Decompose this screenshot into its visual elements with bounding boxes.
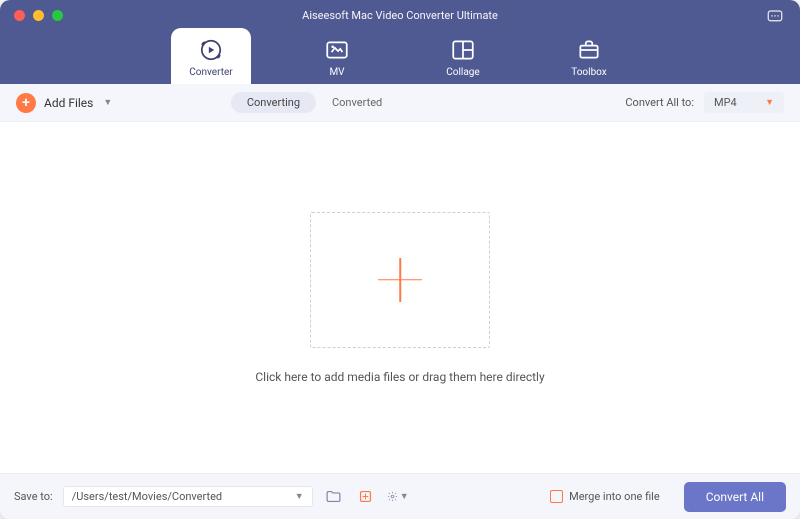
format-selected-value: MP4 [714, 96, 737, 109]
gpu-acceleration-button[interactable] [355, 487, 377, 507]
output-format-select[interactable]: MP4 ▼ [704, 92, 784, 113]
add-files-label: Add Files [44, 96, 93, 110]
tab-label: Collage [446, 67, 479, 78]
tab-label: Toolbox [571, 67, 607, 78]
chevron-down-icon: ▼ [400, 491, 409, 502]
tab-collage[interactable]: Collage [423, 28, 503, 84]
toolbar: + Add Files ▼ Converting Converted Conve… [0, 84, 800, 122]
tab-mv[interactable]: MV [297, 28, 377, 84]
convert-all-to-group: Convert All to: MP4 ▼ [625, 92, 784, 113]
plus-icon [378, 258, 422, 302]
app-window: Aiseesoft Mac Video Converter Ultimate C… [0, 0, 800, 519]
tab-label: MV [329, 67, 344, 78]
tab-label: Converter [189, 67, 232, 78]
merge-label: Merge into one file [569, 490, 660, 503]
converter-icon [198, 37, 224, 63]
settings-button[interactable]: ▼ [387, 487, 409, 507]
segment-converting[interactable]: Converting [231, 92, 316, 113]
toolbox-icon [576, 37, 602, 63]
collage-icon [450, 37, 476, 63]
dropzone-hint: Click here to add media files or drag th… [255, 370, 544, 384]
save-to-label: Save to: [14, 490, 53, 503]
open-folder-button[interactable] [323, 487, 345, 507]
footer-bar: Save to: /Users/test/Movies/Converted ▼ … [0, 473, 800, 519]
convert-all-to-label: Convert All to: [625, 96, 694, 109]
tab-converter[interactable]: Converter [171, 28, 251, 84]
chevron-down-icon: ▼ [765, 97, 774, 108]
main-area: Click here to add media files or drag th… [0, 122, 800, 473]
merge-checkbox[interactable]: Merge into one file [550, 490, 660, 503]
plus-icon: + [16, 93, 36, 113]
app-title: Aiseesoft Mac Video Converter Ultimate [0, 0, 800, 22]
add-media-dropzone[interactable] [310, 212, 490, 348]
main-tabs: Converter MV Collage Toolbox [0, 28, 800, 84]
save-path-select[interactable]: /Users/test/Movies/Converted ▼ [63, 486, 313, 507]
tab-toolbox[interactable]: Toolbox [549, 28, 629, 84]
convert-all-button[interactable]: Convert All [684, 482, 786, 512]
chevron-down-icon: ▼ [295, 491, 304, 502]
status-segmented-control: Converting Converted [231, 92, 398, 113]
chevron-down-icon: ▼ [103, 97, 112, 108]
mv-icon [324, 37, 350, 63]
titlebar: Aiseesoft Mac Video Converter Ultimate C… [0, 0, 800, 84]
segment-converted[interactable]: Converted [316, 92, 398, 113]
save-path-value: /Users/test/Movies/Converted [72, 490, 222, 503]
checkbox-icon [550, 490, 563, 503]
add-files-button[interactable]: + Add Files ▼ [16, 93, 112, 113]
feedback-icon[interactable] [766, 8, 784, 30]
